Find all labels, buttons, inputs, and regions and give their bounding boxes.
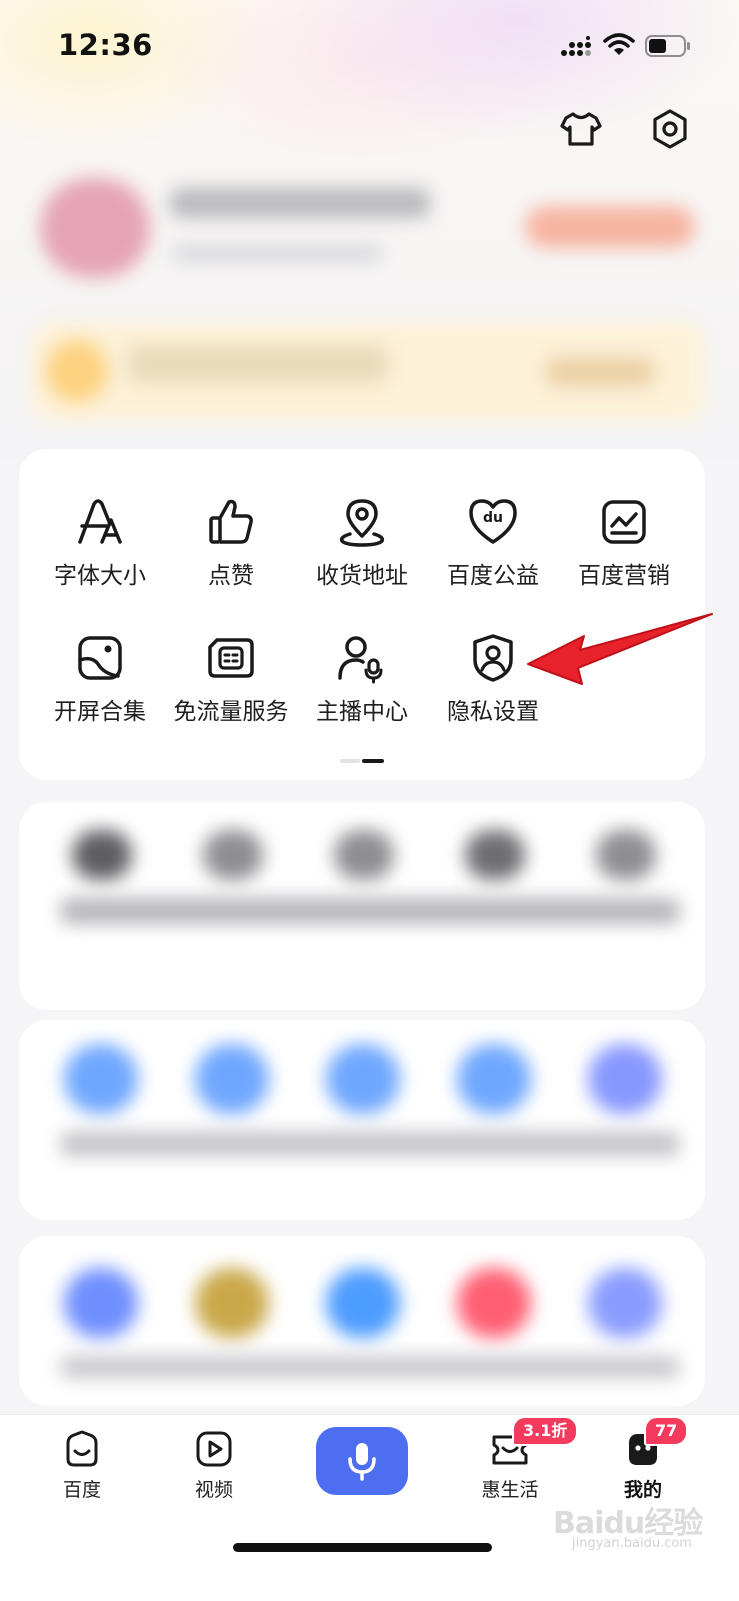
service-icon-blurred[interactable] bbox=[64, 1044, 138, 1114]
voice-search-button[interactable] bbox=[316, 1427, 408, 1495]
service-icon-blurred[interactable] bbox=[203, 830, 263, 880]
member-banner-icon-blurred bbox=[46, 340, 108, 402]
baidu-home-icon bbox=[66, 1430, 98, 1467]
tool-label: 百度营销 bbox=[578, 563, 670, 589]
member-banner-button-blurred bbox=[545, 358, 655, 386]
tool-baidu-charity[interactable]: du 百度公益 bbox=[423, 496, 563, 616]
service-icon-blurred[interactable] bbox=[326, 1268, 400, 1338]
watermark-url: jingyan.baidu.com bbox=[572, 1536, 692, 1551]
home-indicator bbox=[233, 1543, 492, 1552]
settings-hexagon-icon[interactable] bbox=[647, 106, 693, 152]
heart-du-icon: du bbox=[469, 499, 517, 544]
service-label-blurred bbox=[60, 898, 680, 924]
status-bar: 12:36 bbox=[0, 0, 739, 92]
service-label-blurred bbox=[60, 1132, 680, 1156]
streamer-mic-icon bbox=[338, 636, 383, 684]
service-icon-blurred[interactable] bbox=[195, 1044, 269, 1114]
service-icon-blurred[interactable] bbox=[334, 830, 394, 880]
thumbs-up-icon bbox=[209, 499, 253, 544]
tool-splash-collection[interactable]: 开屏合集 bbox=[30, 632, 170, 752]
tool-label: 隐私设置 bbox=[447, 699, 539, 725]
service-icon-blurred[interactable] bbox=[326, 1044, 400, 1114]
tool-shipping-address[interactable]: 收货地址 bbox=[292, 496, 432, 616]
profile-stats-blurred bbox=[172, 244, 382, 262]
video-play-icon bbox=[196, 1431, 232, 1467]
service-icon-blurred[interactable] bbox=[465, 830, 525, 880]
privacy-shield-icon bbox=[473, 634, 513, 682]
service-icon-blurred[interactable] bbox=[457, 1044, 531, 1114]
member-banner-text-blurred bbox=[128, 346, 388, 382]
avatar bbox=[40, 178, 150, 278]
nav-label: 视频 bbox=[194, 1479, 233, 1501]
service-icon-blurred[interactable] bbox=[72, 830, 132, 880]
nav-video[interactable]: 视频 bbox=[159, 1429, 269, 1515]
service-icon-blurred[interactable] bbox=[195, 1268, 269, 1338]
tshirt-icon[interactable] bbox=[558, 106, 604, 152]
pager-dot-active bbox=[362, 759, 384, 763]
tool-data-free-service[interactable]: 免流量服务 bbox=[161, 632, 301, 752]
wifi-icon bbox=[603, 33, 635, 55]
sim-card-icon bbox=[208, 638, 254, 678]
marketing-chart-icon bbox=[602, 500, 646, 544]
status-time: 12:36 bbox=[58, 28, 153, 62]
pager-dot bbox=[340, 759, 360, 763]
discount-badge: 3.1折 bbox=[512, 1416, 579, 1446]
location-pin-icon bbox=[339, 499, 385, 547]
tool-baidu-marketing[interactable]: 百度营销 bbox=[554, 496, 694, 616]
service-icon-blurred[interactable] bbox=[457, 1268, 531, 1338]
nav-label: 惠生活 bbox=[481, 1479, 539, 1501]
cellular-signal-icon bbox=[561, 36, 591, 56]
battery-icon bbox=[645, 35, 690, 57]
service-label-blurred bbox=[60, 1356, 680, 1378]
svg-text:du: du bbox=[483, 510, 503, 526]
tool-streamer-center[interactable]: 主播中心 bbox=[292, 632, 432, 752]
notification-badge: 77 bbox=[644, 1416, 689, 1446]
mic-icon bbox=[348, 1443, 376, 1481]
tools-pager-indicator bbox=[340, 759, 384, 764]
tool-font-size[interactable]: 字体大小 bbox=[30, 496, 170, 616]
profile-action-blurred[interactable] bbox=[525, 206, 695, 248]
service-icon-blurred[interactable] bbox=[588, 1268, 662, 1338]
nav-baidu-home[interactable]: 百度 bbox=[27, 1429, 137, 1515]
service-icon-blurred[interactable] bbox=[588, 1044, 662, 1114]
font-size-icon bbox=[78, 499, 122, 544]
nav-label: 百度 bbox=[62, 1479, 101, 1501]
tool-like[interactable]: 点赞 bbox=[161, 496, 301, 616]
red-arrow-annotation bbox=[527, 613, 713, 685]
splash-image-icon bbox=[78, 636, 122, 680]
profile-name-blurred bbox=[170, 188, 430, 218]
service-icon-blurred[interactable] bbox=[596, 830, 656, 880]
service-icon-blurred[interactable] bbox=[64, 1268, 138, 1338]
